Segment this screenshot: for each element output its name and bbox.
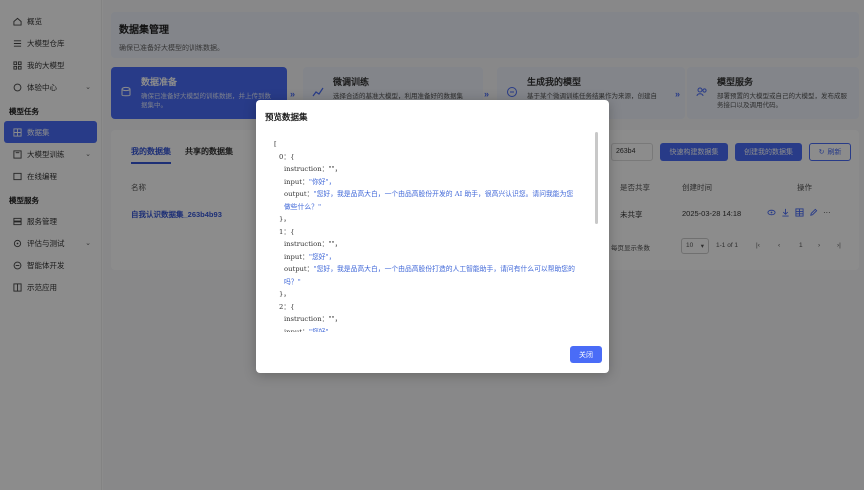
json-line: 2：{	[279, 302, 295, 311]
json-line: output："您好，我是品高大白，一个由品高股份开发的 AI 助手，很高兴认识…	[284, 190, 574, 211]
json-preview[interactable]: [0：{ instruction：""， input："你好"， output："您好…	[274, 132, 598, 332]
modal-title: 预览数据集	[265, 112, 308, 122]
scrollbar[interactable]	[595, 132, 598, 224]
json-line: instruction：""，	[284, 165, 342, 173]
json-line: input："您好"，	[284, 252, 336, 261]
json-line: }，	[279, 215, 291, 223]
json-line: }，	[279, 290, 291, 298]
close-button[interactable]: 关闭	[570, 346, 602, 363]
json-line: output："您好，我是品高大白，一个由品高股份打造的人工智能助手，请问有什么…	[284, 265, 575, 286]
preview-dataset-modal: 预览数据集 [0：{ instruction：""， input："你好"， outp…	[256, 100, 609, 373]
json-line: instruction：""，	[284, 240, 342, 248]
json-line: 0：{	[279, 152, 295, 161]
json-line: 1：{	[279, 227, 295, 236]
json-line: input："您好"，	[284, 327, 336, 333]
json-line: instruction：""，	[284, 315, 342, 323]
json-line: [	[274, 140, 277, 148]
json-line: input："你好"，	[284, 177, 336, 186]
